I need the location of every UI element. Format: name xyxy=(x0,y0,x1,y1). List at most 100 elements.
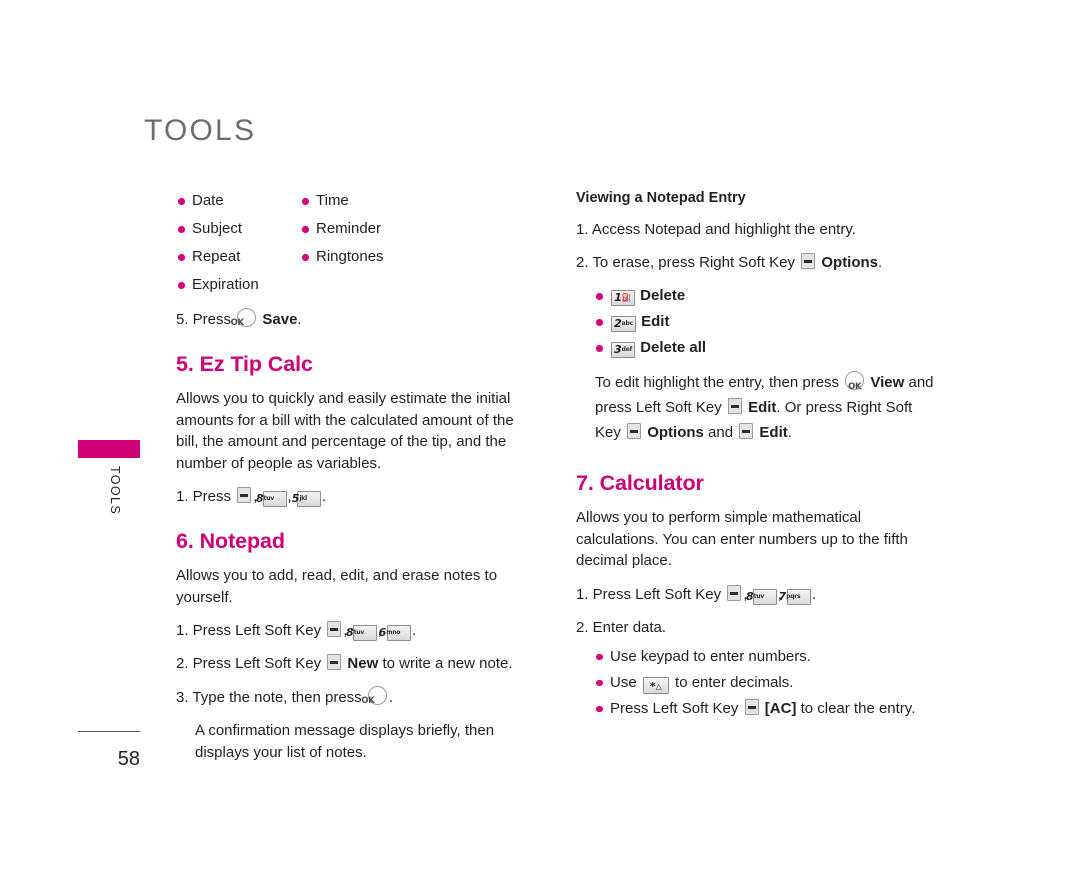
step-prefix: 1. Press Left Soft Key xyxy=(176,622,322,639)
step-prefix: 1. Press xyxy=(176,488,232,505)
side-tab-label: TOOLS xyxy=(108,466,122,516)
star-key-icon: *△ xyxy=(642,676,669,694)
option-label: Edit xyxy=(641,313,670,330)
key-2-icon: 2abc xyxy=(611,316,636,332)
key-digit: 2 xyxy=(614,317,622,330)
key-8-icon: 8tuv xyxy=(346,625,377,641)
key-7-icon: 7pqrs xyxy=(778,588,811,605)
calculator-tips-list: Use keypad to enter numbers. Use *△ to e… xyxy=(594,646,936,720)
note-edit-instructions: To edit highlight the entry, then press … xyxy=(576,370,936,445)
bullet-suffix: to enter decimals. xyxy=(675,673,794,691)
key-digit: 8 xyxy=(255,492,264,505)
step-prefix: 2. Press Left Soft Key xyxy=(176,655,322,672)
options-menu-list: 1⛽ Delete 2abc Edit 3def Delete all xyxy=(594,285,936,359)
step-suffix: . xyxy=(388,689,394,706)
side-tab-marker xyxy=(78,440,140,458)
bullet-prefix: Use xyxy=(610,673,637,691)
list-item: Date xyxy=(176,190,300,212)
step-prefix: 1. Press Left Soft Key xyxy=(576,585,722,603)
soft-key-icon xyxy=(727,398,742,414)
step-notepad-type: 3. Type the note, then press OK. xyxy=(176,686,524,709)
step-notepad-keys: 1. Press Left Soft Key , 8tuv, 6mno. xyxy=(176,620,524,642)
key-letters: jkl xyxy=(299,495,307,502)
option-label: Delete xyxy=(640,287,686,304)
step-ez-tip-keys: 1. Press , 8tuv, 5jkl. xyxy=(176,487,327,507)
soft-key-icon xyxy=(727,584,742,601)
key-digit: 8 xyxy=(346,626,354,639)
key-letters: def xyxy=(621,346,633,353)
heading-viewing-notepad-entry: Viewing a Notepad Entry xyxy=(576,190,746,206)
note-part-5: . xyxy=(787,424,792,441)
key-letters: pqrs xyxy=(786,592,801,600)
list-item-decimals: Use *△ to enter decimals. xyxy=(594,672,936,694)
key-8-icon: 8tuv xyxy=(746,588,777,605)
shift-glyph: △ xyxy=(655,681,662,691)
step-press-save: 5. Press OK Save. xyxy=(176,308,524,331)
step-access-notepad: 1. Access Notepad and highlight the entr… xyxy=(576,221,856,238)
step-suffix: . xyxy=(297,311,302,328)
note-bold-edit-2: Edit xyxy=(759,424,788,441)
note-part-1: To edit highlight the entry, then press xyxy=(595,374,840,391)
soft-key-icon xyxy=(237,487,252,503)
key-digit: 7 xyxy=(778,589,787,603)
step-bold-options: Options xyxy=(821,254,879,271)
key-8-icon: 8tuv xyxy=(256,491,287,507)
key-letters: tuv xyxy=(753,592,765,600)
step-bold-new: New xyxy=(347,655,379,672)
right-column: Viewing a Notepad Entry 1. Access Notepa… xyxy=(576,190,936,724)
left-column: Date Subject Repeat Expiration Time Remi… xyxy=(176,190,524,767)
list-item-keypad: Use keypad to enter numbers. xyxy=(594,646,936,668)
list-item: Subject xyxy=(176,218,300,240)
bullet-bold-ac: [AC] xyxy=(764,699,797,717)
ok-key-label: OK xyxy=(361,696,375,706)
key-digit: 3 xyxy=(614,343,622,356)
list-item-delete: 1⛽ Delete xyxy=(594,285,936,307)
key-1-icon: 1⛽ xyxy=(611,290,635,306)
list-item: Ringtones xyxy=(300,246,424,268)
note-bold-edit-1: Edit xyxy=(748,399,777,416)
key-digit: 8 xyxy=(746,589,754,603)
body-ez-tip-calc: Allows you to quickly and easily estimat… xyxy=(176,390,514,472)
key-3-icon: 3def xyxy=(611,342,636,358)
step-suffix: . xyxy=(411,622,417,639)
soft-key-icon xyxy=(627,423,642,439)
ok-key-icon: OK xyxy=(361,686,387,706)
key-letters: abc xyxy=(621,320,634,327)
appointment-attributes-grid: Date Subject Repeat Expiration Time Remi… xyxy=(176,190,524,302)
page-title: TOOLS xyxy=(144,114,257,147)
key-5-icon: 5jkl xyxy=(292,491,321,507)
step-suffix: to write a new note. xyxy=(382,655,513,672)
key-letters: mno xyxy=(386,629,401,636)
body-calculator: Allows you to perform simple mathematica… xyxy=(576,509,908,569)
note-part-4: and xyxy=(708,424,734,441)
key-letters: tuv xyxy=(353,629,365,636)
heading-ez-tip-calc: 5. Ez Tip Calc xyxy=(176,352,313,376)
attributes-column-1: Date Subject Repeat Expiration xyxy=(176,190,300,302)
step-enter-data: 2. Enter data. xyxy=(576,618,667,636)
folio-divider xyxy=(78,731,140,732)
step-calculator-keys: 1. Press Left Soft Key , 8tuv, 7pqrs. xyxy=(576,584,936,606)
list-item-delete-all: 3def Delete all xyxy=(594,337,936,359)
key-digit: 1 xyxy=(614,291,622,304)
ok-key-label: OK xyxy=(848,382,862,392)
step-notepad-new: 2. Press Left Soft Key New to write a ne… xyxy=(176,653,524,675)
step-suffix: . xyxy=(321,488,327,505)
soft-key-icon xyxy=(801,253,816,269)
heading-notepad: 6. Notepad xyxy=(176,529,285,553)
note-bold-view: View xyxy=(870,374,905,391)
step-prefix: 2. To erase, press Right Soft Key xyxy=(576,254,796,271)
step-bold-save: Save xyxy=(262,311,298,328)
note-bold-options: Options xyxy=(647,424,704,441)
list-item: Reminder xyxy=(300,218,424,240)
bullet-suffix: to clear the entry. xyxy=(800,699,916,717)
soft-key-icon xyxy=(739,423,754,439)
step-erase-options: 2. To erase, press Right Soft Key Option… xyxy=(576,252,936,274)
soft-key-icon xyxy=(327,621,342,637)
ok-key-label: OK xyxy=(230,318,245,328)
page-number: 58 xyxy=(117,748,140,770)
heading-calculator: 7. Calculator xyxy=(576,471,704,495)
step-prefix: 5. Press xyxy=(176,311,232,328)
list-item-clear-entry: Press Left Soft Key [AC] to clear the en… xyxy=(594,698,936,720)
key-letters: tuv xyxy=(263,495,275,502)
soft-key-icon xyxy=(744,698,759,715)
